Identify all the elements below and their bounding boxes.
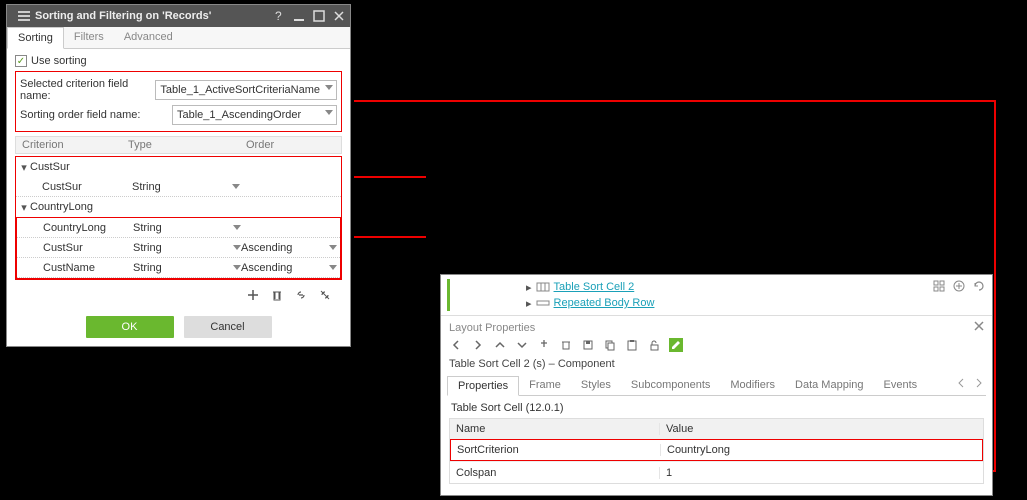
ok-button[interactable]: OK (86, 316, 174, 338)
tab-advanced[interactable]: Advanced (114, 27, 183, 48)
grid-icon[interactable] (932, 279, 946, 293)
tab-subcomponents[interactable]: Subcomponents (621, 376, 721, 395)
app-icon (17, 9, 31, 23)
maximize-icon[interactable] (312, 9, 326, 23)
delete-icon[interactable] (559, 338, 573, 352)
edit-icon[interactable] (669, 338, 683, 352)
property-tabs: Properties Frame Styles Subcomponents Mo… (447, 376, 986, 396)
field-config-block: Selected criterion field name: Table_1_A… (15, 71, 342, 132)
nav-down-icon[interactable] (515, 338, 529, 352)
tab-styles[interactable]: Styles (571, 376, 621, 395)
dialog-title: Sorting and Filtering on 'Records' (35, 10, 266, 22)
cell-icon (536, 280, 550, 294)
titlebar: Sorting and Filtering on 'Records' ? (7, 5, 350, 27)
breadcrumb-link[interactable]: Repeated Body Row (554, 297, 655, 309)
nav-up-icon[interactable] (493, 338, 507, 352)
use-sorting-row[interactable]: ✓ Use sorting (15, 55, 342, 67)
save-icon[interactable] (581, 338, 595, 352)
add-icon[interactable] (246, 288, 260, 302)
row-icon (536, 296, 550, 310)
close-icon[interactable] (972, 319, 986, 333)
tab-properties[interactable]: Properties (447, 376, 519, 396)
expand-icon[interactable]: ▾ (18, 161, 30, 174)
use-sorting-label: Use sorting (31, 55, 87, 67)
group-row[interactable]: ▾ CustSur (16, 157, 341, 177)
property-row[interactable]: Colspan 1 (450, 461, 983, 483)
group-row[interactable]: ▾ CountryLong (16, 197, 341, 217)
layout-properties-panel: ▸ Table Sort Cell 2 ▸ Repeated Body Row … (440, 274, 993, 496)
tab-sorting[interactable]: Sorting (7, 27, 64, 49)
delete-icon[interactable] (270, 288, 284, 302)
unlock-icon[interactable] (647, 338, 661, 352)
order-dropdown-icon[interactable] (329, 245, 337, 250)
component-subtitle: Table Sort Cell 2 (s) – Component (441, 356, 992, 372)
property-row[interactable]: SortCriterion CountryLong (450, 439, 983, 461)
dialog-tabs: Sorting Filters Advanced (7, 27, 350, 49)
criterion-field-combo[interactable]: Table_1_ActiveSortCriteriaName (155, 80, 337, 100)
criteria-groups: ▾ CustSur CustSur String ▾ CountryLong C… (15, 156, 342, 280)
expand-icon[interactable]: ▾ (18, 201, 30, 214)
property-section-title: Table Sort Cell (12.0.1) (441, 396, 992, 416)
link-icon[interactable] (294, 288, 308, 302)
tab-data-mapping[interactable]: Data Mapping (785, 376, 874, 395)
tab-filters[interactable]: Filters (64, 27, 114, 48)
order-field-label: Sorting order field name: (20, 109, 172, 121)
scroll-left-icon[interactable] (954, 376, 968, 390)
breadcrumb: ▸ Table Sort Cell 2 ▸ Repeated Body Row (441, 275, 992, 316)
svg-text:?: ? (275, 9, 282, 23)
tab-frame[interactable]: Frame (519, 376, 571, 395)
refresh-icon[interactable] (972, 279, 986, 293)
criteria-row[interactable]: CustName String Ascending (17, 258, 340, 278)
expand-icon[interactable]: ▸ (526, 297, 532, 310)
add-circle-icon[interactable] (952, 279, 966, 293)
criteria-table-header: Criterion Type Order (15, 136, 342, 154)
paste-icon[interactable] (625, 338, 639, 352)
close-icon[interactable] (332, 9, 346, 23)
type-dropdown-icon[interactable] (232, 184, 240, 189)
type-dropdown-icon[interactable] (233, 265, 241, 270)
copy-icon[interactable] (603, 338, 617, 352)
toolbar (441, 336, 992, 356)
criteria-row[interactable]: CustSur String (16, 177, 341, 197)
type-dropdown-icon[interactable] (233, 245, 241, 250)
nav-forward-icon[interactable] (471, 338, 485, 352)
criteria-row[interactable]: CountryLong String (17, 218, 340, 238)
criteria-row[interactable]: CustSur String Ascending (17, 238, 340, 258)
pin-icon[interactable] (537, 338, 551, 352)
cancel-button[interactable]: Cancel (184, 316, 272, 338)
scroll-right-icon[interactable] (972, 376, 986, 390)
tab-modifiers[interactable]: Modifiers (720, 376, 785, 395)
unlink-icon[interactable] (318, 288, 332, 302)
minimize-icon[interactable] (292, 9, 306, 23)
breadcrumb-link[interactable]: Table Sort Cell 2 (554, 281, 635, 293)
tab-events[interactable]: Events (874, 376, 928, 395)
help-icon[interactable]: ? (272, 9, 286, 23)
order-dropdown-icon[interactable] (329, 265, 337, 270)
order-field-combo[interactable]: Table_1_AscendingOrder (172, 105, 337, 125)
property-grid: Name Value SortCriterion CountryLong Col… (449, 418, 984, 484)
type-dropdown-icon[interactable] (233, 225, 241, 230)
nav-back-icon[interactable] (449, 338, 463, 352)
criterion-field-label: Selected criterion field name: (20, 78, 155, 102)
use-sorting-checkbox[interactable]: ✓ (15, 55, 27, 67)
sorting-dialog: Sorting and Filtering on 'Records' ? Sor… (6, 4, 351, 347)
expand-icon[interactable]: ▸ (526, 281, 532, 294)
panel-title: Layout Properties (441, 316, 972, 336)
